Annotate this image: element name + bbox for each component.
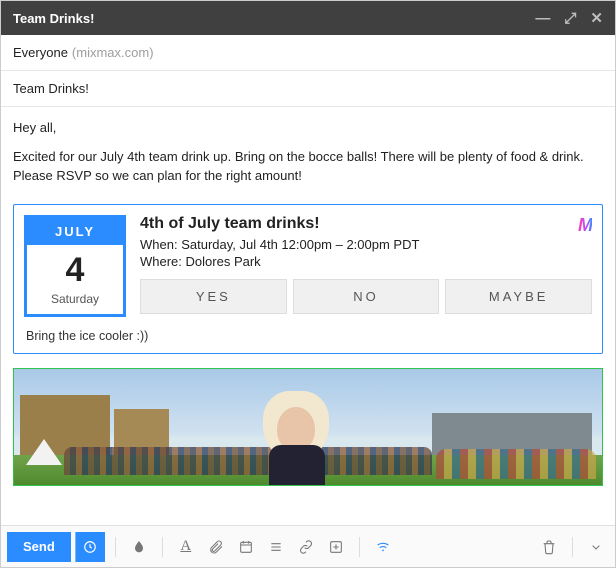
compose-toolbar: Send A — [1, 525, 615, 567]
format-text-icon[interactable]: A — [173, 533, 199, 561]
to-field[interactable]: Everyone (mixmax.com) — [1, 35, 615, 71]
event-note: Bring the ice cooler :)) — [24, 329, 592, 343]
event-title: 4th of July team drinks! — [140, 215, 592, 233]
event-where: Where: Dolores Park — [140, 254, 592, 269]
list-icon[interactable] — [263, 533, 289, 561]
send-button[interactable]: Send — [7, 532, 71, 562]
link-icon[interactable] — [293, 533, 319, 561]
send-later-button[interactable] — [75, 532, 105, 562]
close-icon[interactable]: ✕ — [590, 11, 603, 26]
trash-icon[interactable] — [536, 533, 562, 561]
event-when-value: Saturday, Jul 4th 12:00pm – 2:00pm PDT — [181, 237, 419, 252]
attached-image[interactable] — [13, 368, 603, 486]
separator — [162, 537, 163, 557]
window-controls: — ⤢ ✕ — [535, 11, 603, 26]
calendar-weekday: Saturday — [27, 290, 123, 314]
subject-field[interactable]: Team Drinks! — [1, 71, 615, 107]
calendar-tile: JULY 4 Saturday — [24, 215, 126, 317]
mixmax-logo-icon: M — [578, 215, 592, 236]
subject-text: Team Drinks! — [13, 81, 89, 96]
calendar-month: JULY — [27, 218, 123, 245]
body-greeting: Hey all, — [13, 119, 603, 138]
rsvp-no-button[interactable]: NO — [293, 279, 440, 314]
event-info: M 4th of July team drinks! When: Saturda… — [140, 215, 592, 317]
separator — [572, 537, 573, 557]
attachment-icon[interactable] — [203, 533, 229, 561]
rsvp-maybe-button[interactable]: MAYBE — [445, 279, 592, 314]
teardrop-icon[interactable] — [126, 533, 152, 561]
compose-window: Team Drinks! — ⤢ ✕ Everyone (mixmax.com)… — [0, 0, 616, 568]
rsvp-yes-button[interactable]: YES — [140, 279, 287, 314]
rsvp-row: YES NO MAYBE — [140, 279, 592, 314]
calendar-day: 4 — [27, 245, 123, 290]
separator — [115, 537, 116, 557]
window-title: Team Drinks! — [13, 11, 535, 26]
event-when-label: When: — [140, 237, 178, 252]
more-options-icon[interactable] — [583, 533, 609, 561]
to-domain: (mixmax.com) — [72, 45, 154, 60]
wifi-icon[interactable] — [370, 533, 396, 561]
clock-icon — [83, 540, 97, 554]
event-when: When: Saturday, Jul 4th 12:00pm – 2:00pm… — [140, 237, 592, 252]
to-recipient: Everyone — [13, 45, 68, 60]
calendar-icon[interactable] — [233, 533, 259, 561]
expand-icon[interactable]: ⤢ — [564, 11, 576, 26]
body-paragraph: Excited for our July 4th team drink up. … — [13, 148, 603, 186]
compose-body[interactable]: Hey all, Excited for our July 4th team d… — [1, 107, 615, 525]
insert-icon[interactable] — [323, 533, 349, 561]
separator — [359, 537, 360, 557]
minimize-icon[interactable]: — — [535, 11, 550, 26]
event-card: JULY 4 Saturday M 4th of July team drink… — [13, 204, 603, 354]
event-where-label: Where: — [140, 254, 182, 269]
titlebar: Team Drinks! — ⤢ ✕ — [1, 1, 615, 35]
event-where-value: Dolores Park — [186, 254, 261, 269]
